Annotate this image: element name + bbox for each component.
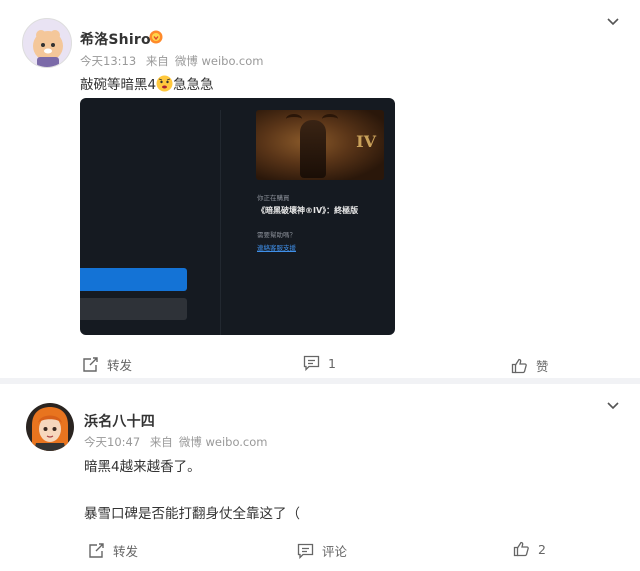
like-button[interactable]: 2	[513, 541, 546, 557]
image-help-question: 需要幫助嗎？	[257, 231, 296, 239]
post-time[interactable]: 今天10:47	[84, 435, 140, 449]
thumbs-up-icon	[511, 358, 527, 373]
repost-button[interactable]: 转发	[88, 541, 138, 560]
repost-button[interactable]: 转发	[82, 355, 132, 374]
chevron-down-icon[interactable]	[606, 17, 620, 27]
post-text-part1: 敲碗等暗黑4	[80, 77, 157, 93]
image-support-link: 連絡客服支援	[257, 244, 296, 252]
post-card: 浜名八十四 今天10:47 来自 微博 weibo.com 暗黑4越来越香了。 暴…	[0, 384, 640, 571]
username[interactable]: 希洛Shiro	[80, 29, 151, 49]
post-source[interactable]: 微博 weibo.com	[179, 435, 268, 449]
image-product-title: 《暗黑破壞神®IV》：終極版	[257, 206, 359, 215]
post-meta: 今天10:47 来自 微博 weibo.com	[84, 434, 274, 450]
post-meta: 今天13:13 来自 微博 weibo.com	[80, 53, 270, 69]
post-card: 希洛Shiro 今天13:13 来自 微博 weibo.com 敲碗等暗黑4 急急急…	[0, 0, 640, 378]
like-label: 赞	[536, 359, 549, 374]
vip-badge-icon[interactable]	[149, 29, 163, 48]
repost-icon	[83, 356, 98, 372]
comment-label: 评论	[322, 544, 348, 559]
image-dark-button	[80, 298, 187, 320]
chevron-down-icon[interactable]	[606, 401, 620, 411]
repost-label: 转发	[107, 358, 133, 373]
repost-label: 转发	[113, 544, 139, 559]
anxious-emoji-icon	[156, 75, 173, 92]
username[interactable]: 浜名八十四	[84, 411, 155, 431]
like-button[interactable]: 赞	[511, 356, 549, 375]
avatar[interactable]	[22, 18, 72, 68]
post-time[interactable]: 今天13:13	[80, 54, 136, 68]
image-blue-button	[80, 268, 187, 291]
post-image[interactable]: IV 你正在購買 《暗黑破壞神®IV》：終極版 需要幫助嗎？ 連絡客服支援	[80, 98, 395, 335]
post-text-line1: 暗黑4越来越香了。	[84, 459, 201, 475]
avatar[interactable]	[26, 403, 74, 451]
comment-button[interactable]: 1	[303, 355, 336, 371]
image-purchase-label: 你正在購買	[257, 194, 290, 202]
post-text-part2: 急急急	[173, 77, 214, 93]
like-count: 2	[538, 541, 546, 557]
thumbs-up-icon	[513, 541, 529, 557]
post-text-line2: 暴雪口碑是否能打翻身仗全靠这了（	[84, 506, 300, 522]
comment-icon	[303, 355, 320, 371]
comment-button[interactable]: 评论	[297, 541, 347, 560]
game-cover-art: IV	[256, 110, 384, 180]
image-divider	[220, 110, 221, 335]
comment-count: 1	[328, 355, 336, 371]
comment-icon	[297, 543, 314, 559]
post-source[interactable]: 微博 weibo.com	[175, 54, 264, 68]
post-text: 敲碗等暗黑4 急急急	[80, 73, 214, 93]
source-prefix: 来自	[145, 54, 169, 68]
source-prefix: 来自	[149, 435, 173, 449]
repost-icon	[89, 542, 104, 558]
